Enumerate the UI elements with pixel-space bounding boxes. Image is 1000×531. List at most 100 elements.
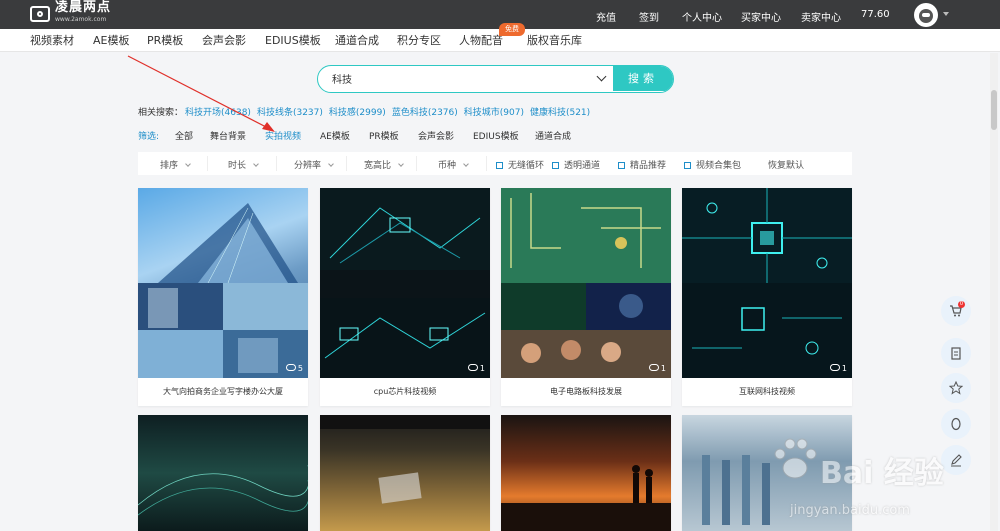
nav-video[interactable]: 视频素材 [30,32,74,48]
video-card[interactable] [320,415,490,531]
reset-button[interactable]: 恢复默认 [768,158,804,171]
checkbox-icon [618,162,625,169]
search-button[interactable]: 搜索 [613,66,673,91]
video-title[interactable]: 大气向拍商务企业写字楼办公大厦 [138,378,308,406]
nav-channel[interactable]: 通道合成 [335,32,379,48]
scrollbar-thumb[interactable] [991,90,997,130]
search-input[interactable] [332,66,602,91]
nav-huisheng[interactable]: 会声会影 [202,32,246,48]
chevron-down-icon [185,161,191,167]
cloud-download-icon [467,364,478,371]
toplink-seller-center[interactable]: 卖家中心 [801,9,841,24]
checkbox-icon [684,162,691,169]
watermark-url: jingyan.baidu.com [790,503,910,518]
balance-value: 77.60 [861,9,890,20]
filter-option-channel[interactable]: 通道合成 [535,129,571,142]
nav-ae[interactable]: AE模板 [93,32,129,48]
chevron-down-icon [463,161,469,167]
toplink-recharge[interactable]: 充值 [596,9,616,24]
related-link[interactable]: 科技感(2999) [329,108,386,118]
checkbox-icon [552,162,559,169]
filter-option-live[interactable]: 实拍视频 [265,129,301,142]
video-title[interactable]: 电子电路板科技发展 [501,378,671,406]
checkbox-icon [496,162,503,169]
clipboard-button[interactable] [941,338,971,368]
filter-option-ae[interactable]: AE模板 [320,129,350,142]
camera-icon [30,6,50,22]
video-card[interactable]: 1 互联网科技视频 [682,188,852,406]
brand-logo[interactable]: 凌晨两点 www.2amok.com [30,1,111,24]
nav-edius[interactable]: EDIUS模板 [265,32,321,48]
resolution-dropdown[interactable]: 分辨率 [294,158,334,171]
nav-pr[interactable]: PR模板 [147,32,183,48]
video-card[interactable]: 5 大气向拍商务企业写字楼办公大厦 [138,188,308,406]
video-thumbnail[interactable] [138,188,308,378]
related-link[interactable]: 健康科技(521) [530,108,590,118]
star-icon [949,381,963,395]
check-alpha-channel[interactable]: 透明通道 [552,158,600,171]
brand-url: www.2amok.com [55,16,107,23]
brand-name: 凌晨两点 [55,0,112,15]
video-card[interactable] [138,415,308,531]
related-link[interactable]: 科技线条(3237) [257,108,323,118]
aspect-ratio-dropdown[interactable]: 宽高比 [364,158,404,171]
filter-option-edius[interactable]: EDIUS模板 [473,129,519,142]
video-card[interactable]: 1 cpu芯片科技视频 [320,188,490,406]
filter-label: 筛选: [138,132,160,142]
video-card[interactable] [501,415,671,531]
download-count: 1 [467,364,485,373]
related-label: 相关搜索： [138,108,184,118]
video-title[interactable]: cpu芯片科技视频 [320,378,490,406]
video-thumbnail[interactable] [501,188,671,378]
cloud-download-icon [829,364,840,371]
check-collection[interactable]: 视频合集包 [684,158,741,171]
cloud-download-icon [285,364,296,371]
video-thumbnail[interactable] [320,415,490,531]
chevron-down-icon[interactable] [943,12,949,16]
filter-option-huisheng[interactable]: 会声会影 [418,129,454,142]
download-count: 1 [829,364,847,373]
video-thumbnail[interactable] [501,415,671,531]
nav-music[interactable]: 版权音乐库 [527,32,582,48]
penguin-icon [951,417,961,431]
chevron-down-icon [398,161,404,167]
video-thumbnail[interactable] [138,415,308,531]
video-card[interactable]: 1 电子电路板科技发展 [501,188,671,406]
related-link[interactable]: 科技开场(4638) [185,108,251,118]
video-thumbnail[interactable] [682,188,852,378]
paw-icon [774,438,817,479]
chevron-down-icon [253,161,259,167]
avatar[interactable] [914,3,938,27]
related-searches: 相关搜索： 科技开场(4638) 科技线条(3237) 科技感(2999) 蓝色科技(2… [138,105,590,118]
related-link[interactable]: 蓝色科技(2376) [392,108,458,118]
free-badge: 免费 [499,23,525,36]
filter-option-all[interactable]: 全部 [175,129,193,142]
video-thumbnail[interactable] [320,188,490,378]
toplink-checkin[interactable]: 签到 [639,9,659,24]
cloud-download-icon [648,364,659,371]
video-title[interactable]: 互联网科技视频 [682,378,852,406]
check-featured[interactable]: 精品推荐 [618,158,666,171]
favorite-button[interactable] [941,373,971,403]
sort-bar: 排序 时长 分辨率 宽高比 币种 无缝循环 透明通道 精品推荐 视频合集包 恢复… [138,152,852,175]
toplink-user-center[interactable]: 个人中心 [682,9,722,24]
nav-voice[interactable]: 人物配音 [459,32,503,48]
watermark: Bai 经验 jingyan.baidu.com [770,430,980,525]
cart-button[interactable] [941,296,971,326]
search-box: 搜索 [317,65,674,93]
download-count: 5 [285,364,303,373]
related-link[interactable]: 科技城市(907) [464,108,524,118]
filter-option-pr[interactable]: PR模板 [369,129,399,142]
nav-points[interactable]: 积分专区 [397,32,441,48]
filter-option-stage[interactable]: 舞台背景 [210,129,246,142]
download-count: 1 [648,364,666,373]
chevron-down-icon [328,161,334,167]
toplink-buyer-center[interactable]: 买家中心 [741,9,781,24]
sort-order-dropdown[interactable]: 排序 [160,158,191,171]
duration-dropdown[interactable]: 时长 [228,158,259,171]
currency-dropdown[interactable]: 币种 [438,158,469,171]
check-seamless-loop[interactable]: 无缝循环 [496,158,544,171]
clipboard-icon [951,347,961,360]
cart-count-badge: 0 [958,301,965,308]
watermark-text: Bai 经验 [820,456,944,491]
